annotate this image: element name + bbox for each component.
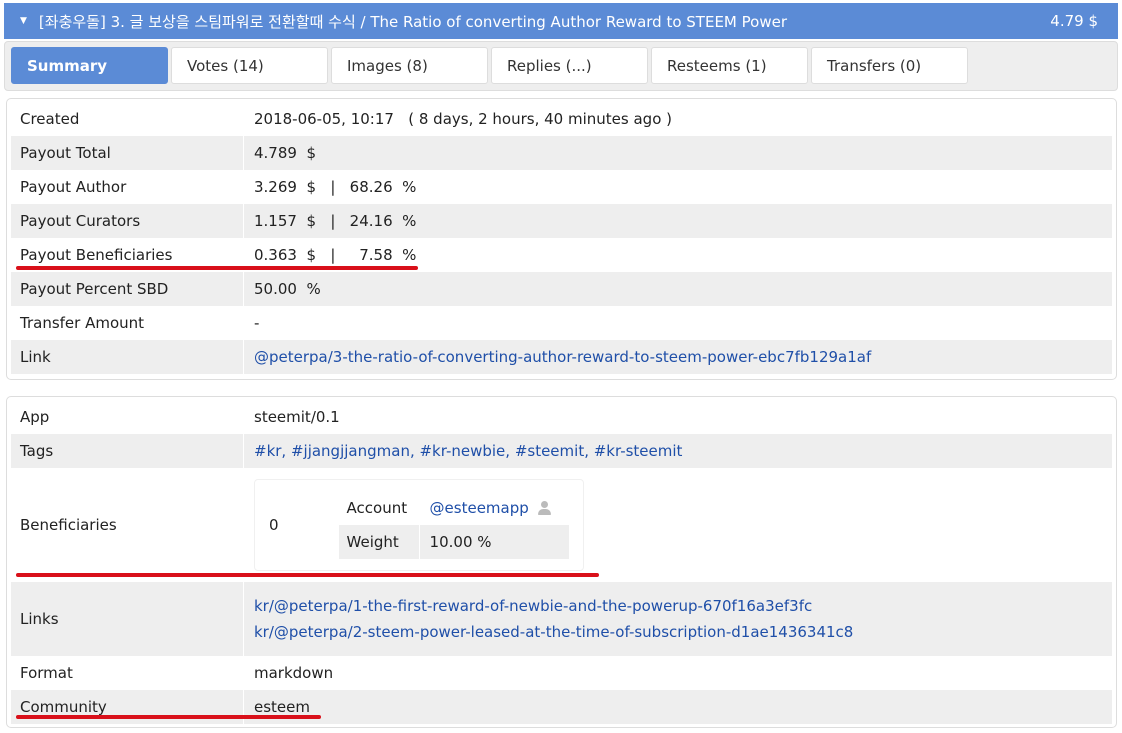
account-link[interactable]: @esteemapp (430, 499, 529, 517)
summary-value: 2018-06-05, 10:17 ( 8 days, 2 hours, 40 … (243, 102, 1112, 136)
weight-value: 10.00 % (418, 525, 569, 559)
post-link[interactable]: @peterpa/3-the-ratio-of-converting-autho… (243, 340, 1112, 374)
summary-row: Transfer Amount - (11, 306, 1112, 340)
tab-replies[interactable]: Replies (...) (491, 47, 648, 84)
post-title: [좌충우돌] 3. 글 보상을 스팀파워로 전환할때 수식 / The Rati… (38, 12, 787, 31)
tab-resteems[interactable]: Resteems (1) (651, 47, 808, 84)
red-underline-annotation (16, 573, 599, 577)
links-label: Links (20, 610, 59, 628)
summary-row: Payout Percent SBD 50.00 % (11, 272, 1112, 306)
post-header[interactable]: ▼ [좌충우돌] 3. 글 보상을 스팀파워로 전환할때 수식 / The Ra… (4, 3, 1118, 39)
summary-value: - (243, 306, 1112, 340)
summary-panel: Created 2018-06-05, 10:17 ( 8 days, 2 hou… (6, 98, 1117, 380)
summary-row: Payout Author 3.269 $ | 68.26 % (11, 170, 1112, 204)
tags-links[interactable]: #kr, #jjangjjangman, #kr-newbie, #steemi… (243, 434, 1112, 468)
community-value: esteem (243, 690, 1112, 724)
format-label: Format (20, 664, 73, 682)
payout-amount: 4.79 $ (1050, 12, 1098, 30)
summary-label: Payout Author (20, 178, 127, 196)
summary-row: Created 2018-06-05, 10:17 ( 8 days, 2 hou… (11, 102, 1112, 136)
app-value: steemit/0.1 (243, 400, 1112, 434)
summary-label: Created (20, 110, 80, 128)
tab-summary[interactable]: Summary (11, 47, 168, 84)
tab-transfers[interactable]: Transfers (0) (811, 47, 968, 84)
summary-value: 3.269 $ | 68.26 % (243, 170, 1112, 204)
beneficiary-index: 0 (269, 516, 279, 534)
weight-label: Weight (346, 533, 399, 551)
beneficiary-entry: 0 Account @esteemapp Weight 10.00 % (254, 479, 584, 571)
summary-label: Payout Percent SBD (20, 280, 169, 298)
tab-images[interactable]: Images (8) (331, 47, 488, 84)
summary-row: Link @peterpa/3-the-ratio-of-converting-a… (11, 340, 1112, 374)
related-link[interactable]: kr/@peterpa/2-steem-power-leased-at-the-… (254, 623, 853, 641)
summary-label: Payout Curators (20, 212, 141, 230)
red-underline-annotation (16, 266, 418, 270)
collapse-caret-icon[interactable]: ▼ (20, 16, 27, 26)
summary-value: 4.789 $ (243, 136, 1112, 170)
beneficiaries-label: Beneficiaries (20, 516, 117, 534)
tab-votes[interactable]: Votes (14) (171, 47, 328, 84)
tags-label: Tags (20, 442, 54, 460)
format-value: markdown (243, 656, 1112, 690)
summary-label: Transfer Amount (20, 314, 145, 332)
summary-row: Payout Total 4.789 $ (11, 136, 1112, 170)
tab-bar: Summary Votes (14) Images (8) Replies (.… (4, 41, 1118, 91)
user-icon (537, 501, 551, 515)
summary-label: Payout Total (20, 144, 111, 162)
details-panel: App steemit/0.1 Tags #kr, #jjangjjangman, … (6, 396, 1117, 728)
related-link[interactable]: kr/@peterpa/1-the-first-reward-of-newbie… (254, 597, 812, 615)
summary-value: 50.00 % (243, 272, 1112, 306)
account-label: Account (346, 499, 408, 517)
summary-value: 1.157 $ | 24.16 % (243, 204, 1112, 238)
red-underline-annotation (16, 715, 321, 719)
summary-row: Payout Curators 1.157 $ | 24.16 % (11, 204, 1112, 238)
app-label: App (20, 408, 50, 426)
summary-label: Link (20, 348, 51, 366)
